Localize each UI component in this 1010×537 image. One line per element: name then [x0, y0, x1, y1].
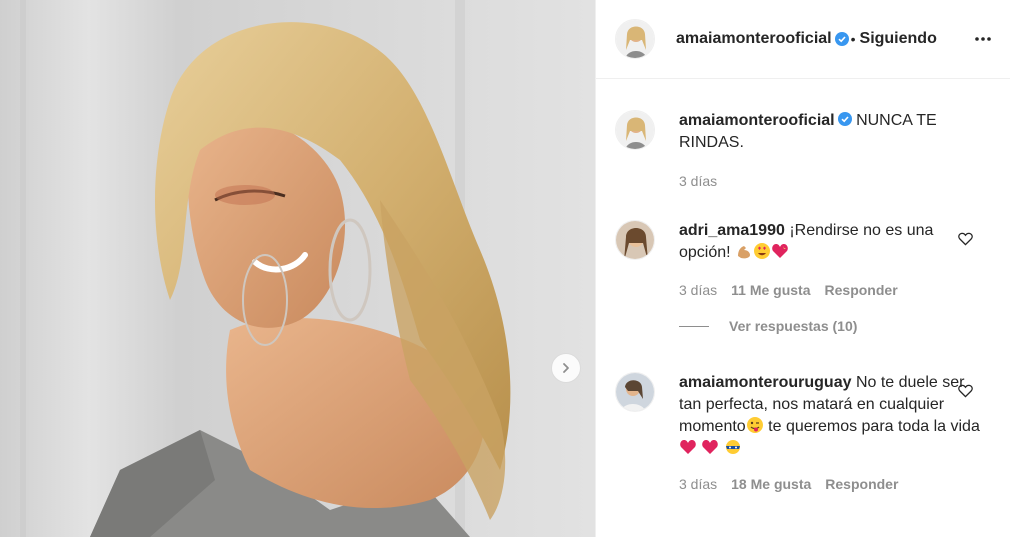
heart-outline-icon[interactable] [958, 384, 973, 398]
avatar[interactable] [615, 19, 655, 59]
caption-username[interactable]: amaiamonterooficial [679, 112, 835, 129]
reply-button[interactable]: Responder [825, 282, 898, 298]
comment-time[interactable]: 3 días [679, 282, 717, 298]
avatar-image [616, 20, 654, 58]
comment-text-block: amaiamonterouruguay No te duele ser tan … [679, 372, 984, 460]
post-side-panel: amaiamonterooficial • Siguiendo amaiamon… [595, 0, 1010, 537]
post-caption: amaiamonterooficial NUNCA TE RINDAS. 3 d… [615, 110, 995, 189]
following-button[interactable]: Siguiendo [860, 30, 937, 48]
replies-divider [679, 325, 709, 327]
heart-eyes-emoji-icon [754, 243, 771, 259]
verified-badge-icon [837, 112, 852, 126]
comment-likes[interactable]: 11 Me gusta [731, 282, 810, 298]
chevron-right-icon [563, 363, 569, 373]
caption-time[interactable]: 3 días [679, 173, 717, 189]
comment-item: adri_ama1990 ¡Rendirse no es una opción!… [615, 220, 1005, 334]
tongue-wink-emoji-icon [746, 417, 763, 433]
verified-badge-icon [834, 32, 849, 46]
red-heart-emoji-icon [702, 440, 719, 454]
heart-outline-icon[interactable] [958, 232, 973, 246]
reply-button[interactable]: Responder [825, 476, 898, 492]
caption-text-block: amaiamonterooficial NUNCA TE RINDAS. [679, 110, 984, 154]
flexed-biceps-emoji-icon [738, 246, 751, 259]
uruguay-flag-face-emoji-icon [725, 440, 740, 454]
comment-item: amaiamonterouruguay No te duele ser tan … [615, 372, 1005, 492]
comment-text-continued: te queremos para toda la vida [763, 418, 980, 435]
header-username[interactable]: amaiamonterooficial [676, 30, 832, 48]
comment-likes[interactable]: 18 Me gusta [731, 476, 811, 492]
post-header: amaiamonterooficial • Siguiendo [596, 0, 1010, 79]
photo-illustration [0, 0, 595, 537]
comment-username[interactable]: amaiamonterouruguay [679, 374, 851, 391]
view-replies-label: Ver respuestas (10) [729, 318, 858, 334]
avatar-image [616, 221, 654, 259]
sparkling-heart-emoji-icon [772, 244, 788, 258]
avatar-image [616, 373, 654, 411]
avatar[interactable] [615, 110, 655, 150]
comment-time[interactable]: 3 días [679, 476, 717, 492]
carousel-next-button[interactable] [551, 353, 581, 383]
comment-username[interactable]: adri_ama1990 [679, 222, 785, 239]
view-replies-button[interactable]: Ver respuestas (10) [679, 318, 1005, 334]
header-separator: • [850, 31, 856, 47]
comment-text-block: adri_ama1990 ¡Rendirse no es una opción! [679, 220, 984, 264]
red-heart-emoji-icon [680, 440, 696, 454]
avatar-image [616, 111, 654, 149]
post-photo [0, 0, 595, 537]
avatar[interactable] [615, 372, 655, 412]
avatar[interactable] [615, 220, 655, 260]
more-options-icon[interactable] [974, 30, 992, 48]
